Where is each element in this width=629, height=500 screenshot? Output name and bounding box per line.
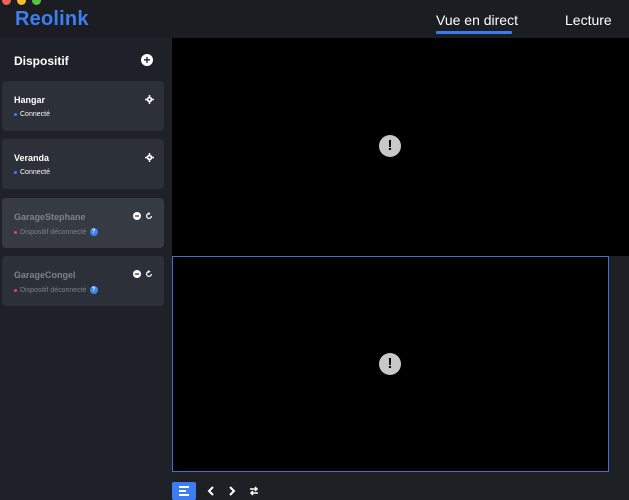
device-status: Dispositif déconnecté ? — [14, 286, 98, 294]
tab-playback[interactable]: Lecture — [565, 12, 612, 28]
device-status: Connecté — [14, 169, 50, 176]
maximize-window-icon[interactable] — [32, 0, 41, 5]
chevron-left-icon[interactable] — [204, 484, 218, 498]
status-text: Connecté — [20, 111, 50, 118]
active-tab-indicator — [436, 31, 512, 34]
device-status: Connecté — [14, 111, 50, 118]
layout-icon — [179, 486, 189, 496]
chevron-right-icon[interactable] — [225, 484, 239, 498]
refresh-icon[interactable] — [145, 212, 153, 220]
online-dot-icon — [14, 171, 17, 174]
status-text: Connecté — [20, 169, 50, 176]
device-card-veranda[interactable]: Veranda Connecté — [2, 139, 164, 189]
device-card-hangar[interactable]: Hangar Connecté — [2, 81, 164, 131]
switch-icon[interactable] — [247, 484, 261, 498]
sidebar-title: Dispositif — [14, 54, 69, 68]
device-status: Dispositif déconnecté ? — [14, 228, 98, 236]
online-dot-icon — [14, 113, 17, 116]
layout-button[interactable] — [172, 482, 196, 500]
offline-dot-icon — [14, 288, 17, 292]
device-card-garagestephane[interactable]: GarageStephane Dispositif déconnecté ? — [2, 198, 164, 248]
gear-icon[interactable] — [145, 95, 154, 104]
device-card-garagecongel[interactable]: GarageCongel Dispositif déconnecté ? — [2, 256, 164, 306]
close-window-icon[interactable] — [2, 0, 11, 5]
device-name: GarageStephane — [14, 212, 86, 222]
status-text: Dispositif déconnecté — [20, 286, 87, 294]
exclamation-icon: ! — [379, 353, 401, 375]
tab-live-view[interactable]: Vue en direct — [436, 12, 518, 28]
app-logo: Reolink — [15, 8, 89, 30]
minus-circle-icon[interactable] — [133, 270, 141, 278]
video-pane-1[interactable]: ! — [172, 38, 629, 256]
add-device-button[interactable]: + — [141, 54, 153, 66]
device-name: Veranda — [14, 153, 50, 163]
gear-icon[interactable] — [145, 153, 154, 162]
exclamation-icon: ! — [379, 135, 401, 157]
top-bar: Reolink Vue en direct Lecture — [0, 0, 629, 38]
bottom-toolbar — [172, 472, 629, 500]
device-name: Hangar — [14, 95, 46, 105]
video-pane-2[interactable]: ! — [172, 256, 609, 472]
device-name: GarageCongel — [14, 270, 76, 280]
minus-circle-icon[interactable] — [133, 212, 141, 220]
window-controls — [2, 0, 41, 5]
help-icon[interactable]: ? — [89, 286, 98, 294]
minimize-window-icon[interactable] — [17, 0, 26, 5]
refresh-icon[interactable] — [145, 270, 153, 278]
offline-dot-icon — [14, 230, 17, 234]
status-text: Dispositif déconnecté — [20, 228, 87, 236]
device-sidebar: Dispositif + Hangar Connecté Veranda Con… — [0, 38, 172, 500]
help-icon[interactable]: ? — [89, 228, 98, 236]
